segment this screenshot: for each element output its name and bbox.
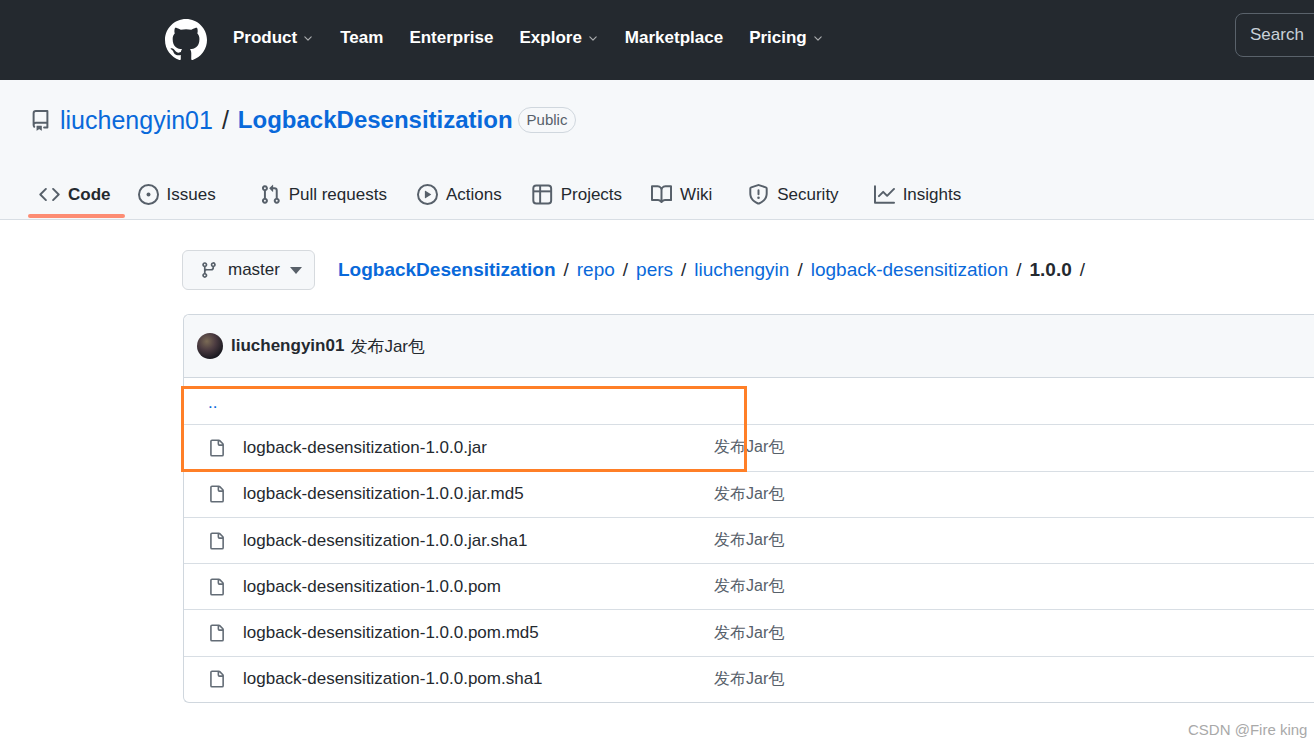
file-icon xyxy=(208,484,225,504)
graph-icon xyxy=(874,184,895,205)
nav-item-pricing[interactable]: Pricing xyxy=(749,28,824,48)
breadcrumb-separator: / xyxy=(623,259,628,281)
branch-selector[interactable]: master xyxy=(182,250,315,290)
file-row: logback-desensitization-1.0.0.jar.sha1 发布… xyxy=(184,517,1314,563)
file-commit-message[interactable]: 发布Jar包 xyxy=(714,530,784,551)
breadcrumb-root[interactable]: LogbackDesensitization xyxy=(338,259,556,281)
repo-tabs: Code Issues Pull requests Actions Projects Wi… xyxy=(0,170,961,219)
breadcrumb-segment-pers[interactable]: pers xyxy=(636,259,673,281)
file-icon xyxy=(208,669,225,689)
repo-header: liuchengyin01 / LogbackDesensitization P… xyxy=(0,80,1314,220)
nav-item-team[interactable]: Team xyxy=(340,28,383,48)
file-icon xyxy=(208,623,225,643)
breadcrumb-separator: / xyxy=(797,259,802,281)
git-branch-icon xyxy=(200,261,218,279)
file-name-link[interactable]: logback-desensitization-1.0.0.pom xyxy=(243,577,501,597)
file-name-link[interactable]: logback-desensitization-1.0.0.jar xyxy=(243,438,487,458)
chevron-down-icon xyxy=(302,32,314,44)
breadcrumb-segment-repo[interactable]: repo xyxy=(577,259,615,281)
file-row: logback-desensitization-1.0.0.jar.md5 发布J… xyxy=(184,471,1314,517)
search-placeholder: Search xyxy=(1250,25,1304,45)
file-browser: liuchengyin01 发布Jar包 .. logback-desensit… xyxy=(183,314,1314,703)
latest-commit-bar: liuchengyin01 发布Jar包 xyxy=(184,315,1314,378)
tab-actions[interactable]: Actions xyxy=(417,170,502,219)
file-row: logback-desensitization-1.0.0.pom.sha1 发布… xyxy=(184,656,1314,702)
file-name-link[interactable]: logback-desensitization-1.0.0.jar.sha1 xyxy=(243,531,527,551)
watermark: CSDN @Fire king xyxy=(1188,721,1307,738)
search-input[interactable]: Search xyxy=(1235,13,1314,57)
nav-item-product[interactable]: Product xyxy=(233,28,314,48)
play-icon xyxy=(417,184,438,205)
commit-author[interactable]: liuchengyin01 xyxy=(231,336,344,356)
file-commit-message[interactable]: 发布Jar包 xyxy=(714,623,784,644)
file-icon xyxy=(208,438,225,458)
tab-issues[interactable]: Issues xyxy=(138,170,216,219)
nav-item-marketplace[interactable]: Marketplace xyxy=(625,28,723,48)
file-commit-message[interactable]: 发布Jar包 xyxy=(714,576,784,597)
tab-wiki[interactable]: Wiki xyxy=(651,170,712,219)
file-name-link[interactable]: logback-desensitization-1.0.0.pom.md5 xyxy=(243,623,539,643)
shield-icon xyxy=(748,184,769,205)
visibility-badge: Public xyxy=(518,107,577,133)
file-row: logback-desensitization-1.0.0.jar 发布Jar包 xyxy=(184,424,1314,470)
breadcrumb-separator: / xyxy=(681,259,686,281)
header-nav: Product Team Enterprise Explore Marketplace P… xyxy=(233,0,824,76)
file-name-link[interactable]: logback-desensitization-1.0.0.jar.md5 xyxy=(243,484,524,504)
repo-owner-link[interactable]: liuchengyin01 xyxy=(60,106,213,135)
github-logo-icon[interactable] xyxy=(165,19,207,61)
avatar[interactable] xyxy=(197,333,223,359)
file-commit-message[interactable]: 发布Jar包 xyxy=(714,669,784,690)
commit-message[interactable]: 发布Jar包 xyxy=(350,335,425,358)
repo-title: liuchengyin01 / LogbackDesensitization P… xyxy=(30,102,576,138)
pr-icon xyxy=(260,184,281,205)
repo-icon xyxy=(30,110,51,131)
nav-item-explore[interactable]: Explore xyxy=(519,28,598,48)
breadcrumb-separator: / xyxy=(1080,259,1085,281)
breadcrumb-separator: / xyxy=(1016,259,1021,281)
breadcrumb-segment-logback-desensitization[interactable]: logback-desensitization xyxy=(811,259,1009,281)
file-commit-message[interactable]: 发布Jar包 xyxy=(714,437,784,458)
breadcrumb-current: 1.0.0 xyxy=(1030,259,1072,281)
file-row: logback-desensitization-1.0.0.pom 发布Jar包 xyxy=(184,563,1314,609)
file-icon xyxy=(208,531,225,551)
repo-title-separator: / xyxy=(222,106,229,135)
tab-insights[interactable]: Insights xyxy=(874,170,962,219)
code-icon xyxy=(39,184,60,205)
tab-pull-requests[interactable]: Pull requests xyxy=(260,170,387,219)
breadcrumb: LogbackDesensitization / repo / pers / liuchen… xyxy=(338,250,1093,290)
breadcrumb-separator: / xyxy=(564,259,569,281)
parent-directory-link[interactable]: .. xyxy=(208,390,217,413)
file-list: .. logback-desensitization-1.0.0.jar 发布Ja… xyxy=(184,378,1314,702)
tab-projects[interactable]: Projects xyxy=(532,170,622,219)
tab-code[interactable]: Code xyxy=(39,170,111,219)
tab-security[interactable]: Security xyxy=(748,170,838,219)
issue-icon xyxy=(138,184,159,205)
global-header: Product Team Enterprise Explore Marketplace P… xyxy=(0,0,1314,80)
repo-name-link[interactable]: LogbackDesensitization xyxy=(238,106,513,134)
breadcrumb-segment-liuchengyin[interactable]: liuchengyin xyxy=(694,259,789,281)
file-commit-message[interactable]: 发布Jar包 xyxy=(714,484,784,505)
file-row: logback-desensitization-1.0.0.pom.md5 发布J… xyxy=(184,609,1314,655)
file-icon xyxy=(208,577,225,597)
chevron-down-icon xyxy=(587,32,599,44)
table-icon xyxy=(532,184,553,205)
dropdown-caret-icon xyxy=(290,267,302,274)
nav-item-enterprise[interactable]: Enterprise xyxy=(409,28,493,48)
file-name-link[interactable]: logback-desensitization-1.0.0.pom.sha1 xyxy=(243,669,543,689)
branch-name: master xyxy=(228,260,280,280)
parent-directory-row: .. xyxy=(184,378,1314,424)
book-icon xyxy=(651,184,672,205)
chevron-down-icon xyxy=(812,32,824,44)
